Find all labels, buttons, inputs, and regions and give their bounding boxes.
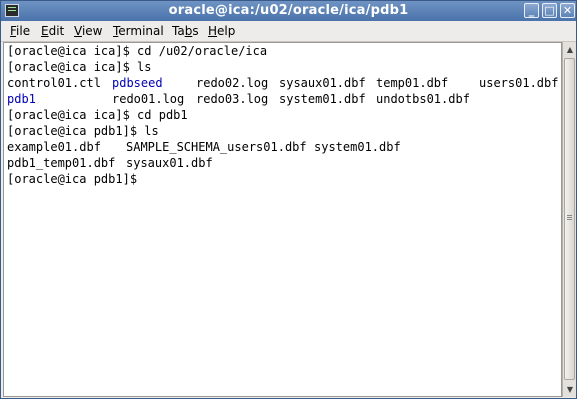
file-entry: SAMPLE_SCHEMA_users01.dbf: [126, 140, 307, 154]
menu-bar: File Edit View Terminal Tabs Help: [1, 21, 576, 42]
terminal-output[interactable]: [oracle@ica ica]$ cd /u02/oracle/ica [or…: [3, 42, 562, 397]
terminal-line: [oracle@ica ica]$ cd pdb1: [7, 108, 188, 122]
file-entry: sysaux01.dbf: [279, 76, 366, 90]
file-entry: system01.dbf: [279, 92, 366, 106]
close-button[interactable]: ✕: [560, 3, 575, 18]
title-bar[interactable]: oracle@ica:/u02/oracle/ica/pdb1 _ □ ✕: [1, 1, 576, 21]
maximize-button[interactable]: □: [542, 3, 557, 18]
scroll-down-arrow-icon[interactable]: ▼: [564, 383, 576, 396]
terminal-line: [oracle@ica pdb1]$ ls: [7, 124, 159, 138]
menu-file[interactable]: File: [10, 24, 30, 38]
menu-edit[interactable]: Edit: [41, 24, 64, 38]
file-entry: pdb1_temp01.dbf: [7, 156, 116, 170]
directory-entry: pdb1: [7, 92, 36, 106]
menu-terminal[interactable]: Terminal: [113, 24, 164, 38]
text-cursor: [144, 172, 152, 185]
terminal-line: [oracle@ica ica]$ cd /u02/oracle/ica: [7, 44, 268, 58]
grip-icon: [567, 215, 572, 216]
scroll-up-arrow-icon[interactable]: ▲: [564, 43, 576, 56]
directory-entry: pdbseed: [112, 76, 163, 90]
file-entry: users01.dbf: [479, 76, 559, 90]
terminal-line: control01.ctl pdbseed redo02.log sysaux0…: [7, 75, 559, 91]
file-entry: sysaux01.dbf: [126, 156, 213, 170]
file-entry: redo03.log: [196, 92, 269, 106]
menu-help[interactable]: Help: [208, 24, 235, 38]
terminal-prompt-line: [oracle@ica pdb1]$: [7, 171, 152, 187]
scrollbar-thumb[interactable]: [564, 58, 575, 380]
prompt-text: [oracle@ica pdb1]$: [7, 172, 145, 186]
file-entry: system01.dbf: [314, 140, 401, 154]
file-entry: example01.dbf: [7, 140, 101, 154]
file-entry: temp01.dbf: [376, 76, 449, 90]
file-entry: undotbs01.dbf: [376, 92, 470, 106]
vertical-scrollbar[interactable]: ▲ ▼: [562, 42, 576, 397]
window-title: oracle@ica:/u02/oracle/ica/pdb1: [168, 3, 409, 18]
menu-tabs[interactable]: Tabs: [172, 24, 199, 38]
file-entry: redo01.log: [112, 92, 185, 106]
file-entry: control01.ctl: [7, 76, 101, 90]
terminal-window: oracle@ica:/u02/oracle/ica/pdb1 _ □ ✕ Fi…: [0, 0, 577, 399]
file-entry: redo02.log: [196, 76, 269, 90]
terminal-line: [oracle@ica ica]$ ls: [7, 60, 152, 74]
terminal-line: example01.dbf SAMPLE_SCHEMA_users01.dbf …: [7, 139, 557, 155]
terminal-line: pdb1 redo01.log redo03.log system01.dbf …: [7, 91, 557, 107]
terminal-line: pdb1_temp01.dbf sysaux01.dbf: [7, 155, 557, 171]
menu-view[interactable]: View: [74, 24, 102, 38]
minimize-button[interactable]: _: [524, 3, 539, 18]
